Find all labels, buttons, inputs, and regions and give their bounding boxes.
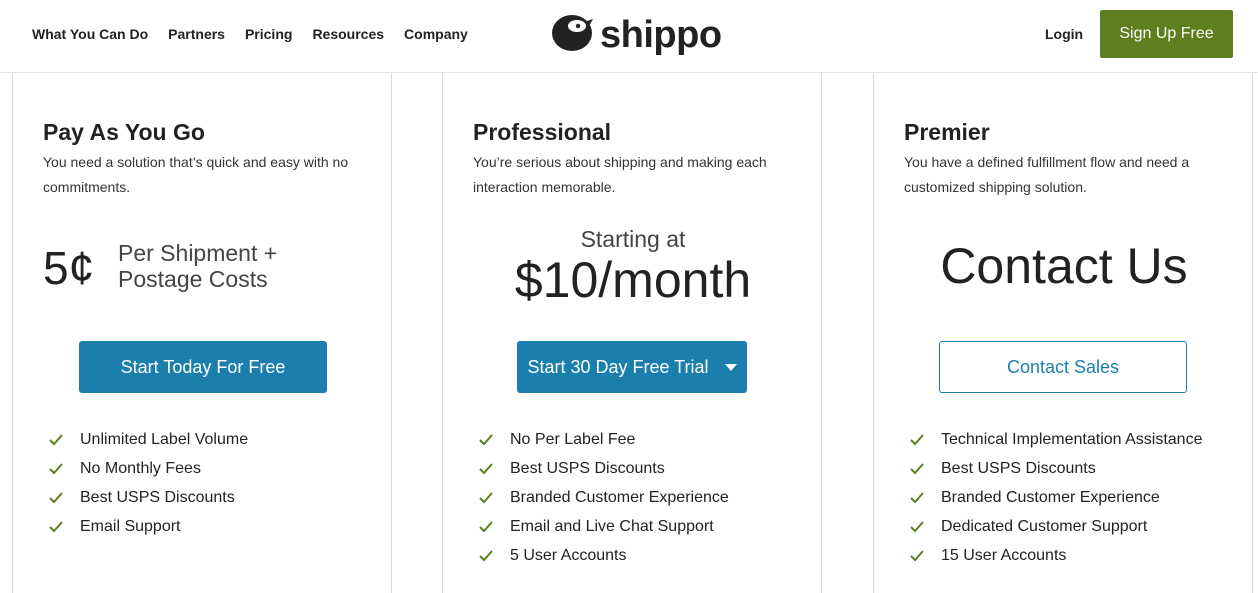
checkmark-icon xyxy=(910,491,924,504)
nav-item-company[interactable]: Company xyxy=(404,26,468,42)
plan-price: 5¢ xyxy=(43,242,95,294)
feature-label: Best USPS Discounts xyxy=(510,459,665,477)
feature-item: Email Support xyxy=(49,512,248,541)
feature-label: Email Support xyxy=(80,517,181,535)
plan-title: Professional xyxy=(473,119,612,145)
feature-item: 15 User Accounts xyxy=(910,541,1202,570)
plan-card-premier: Premier You have a defined fulfillment f… xyxy=(873,73,1253,593)
checkmark-icon xyxy=(49,491,63,504)
checkmark-icon xyxy=(479,549,493,562)
feature-list: No Per Label Fee Best USPS Discounts Bra… xyxy=(479,425,729,570)
contact-sales-button[interactable]: Contact Sales xyxy=(939,341,1187,393)
caret-down-icon xyxy=(724,363,737,371)
feature-label: Dedicated Customer Support xyxy=(941,517,1148,535)
feature-list: Unlimited Label Volume No Monthly Fees B… xyxy=(49,425,248,541)
feature-label: Best USPS Discounts xyxy=(941,459,1096,477)
start-free-trial-button[interactable]: Start 30 Day Free Trial xyxy=(517,341,747,393)
plan-title: Pay As You Go xyxy=(43,119,205,145)
feature-label: Email and Live Chat Support xyxy=(510,517,714,535)
plan-card-professional: Professional You’re serious about shippi… xyxy=(442,73,822,593)
nav-item-partners[interactable]: Partners xyxy=(168,26,225,42)
checkmark-icon xyxy=(479,433,493,446)
plan-price-prefix: Starting at xyxy=(580,226,686,252)
feature-list: Technical Implementation Assistance Best… xyxy=(910,425,1202,570)
feature-item: Best USPS Discounts xyxy=(910,454,1202,483)
site-header: What You Can Do Partners Pricing Resourc… xyxy=(0,0,1258,73)
checkmark-icon xyxy=(910,520,924,533)
plan-card-pay-as-you-go: Pay As You Go You need a solution that’s… xyxy=(12,73,392,593)
feature-item: No Per Label Fee xyxy=(479,425,729,454)
feature-item: No Monthly Fees xyxy=(49,454,248,483)
checkmark-icon xyxy=(49,462,63,475)
feature-item: Branded Customer Experience xyxy=(479,483,729,512)
feature-item: Dedicated Customer Support xyxy=(910,512,1202,541)
plan-description: You need a solution that’s quick and eas… xyxy=(43,154,349,195)
plan-description: You’re serious about shipping and making… xyxy=(473,154,767,195)
checkmark-icon xyxy=(49,520,63,533)
checkmark-icon xyxy=(910,433,924,446)
checkmark-icon xyxy=(479,520,493,533)
checkmark-icon xyxy=(910,549,924,562)
nav-item-pricing[interactable]: Pricing xyxy=(245,26,292,42)
feature-label: 5 User Accounts xyxy=(510,546,627,564)
button-label: Start 30 Day Free Trial xyxy=(527,356,709,377)
logo-wordmark: shippo xyxy=(600,13,722,56)
plan-price: Contact Us xyxy=(940,238,1188,294)
feature-label: No Per Label Fee xyxy=(510,430,636,448)
nav-item-resources[interactable]: Resources xyxy=(312,26,384,42)
plan-description: You have a defined fulfillment flow and … xyxy=(904,154,1190,195)
shippo-logo[interactable]: shippo xyxy=(550,12,722,57)
feature-item: 5 User Accounts xyxy=(479,541,729,570)
penguin-logo-icon xyxy=(550,12,594,57)
sign-up-button[interactable]: Sign Up Free xyxy=(1100,10,1233,58)
feature-item: Email and Live Chat Support xyxy=(479,512,729,541)
checkmark-icon xyxy=(49,433,63,446)
feature-label: 15 User Accounts xyxy=(941,546,1067,564)
plan-price: $10/month xyxy=(514,252,752,308)
feature-item: Best USPS Discounts xyxy=(479,454,729,483)
feature-item: Unlimited Label Volume xyxy=(49,425,248,454)
start-today-button[interactable]: Start Today For Free xyxy=(79,341,327,393)
login-link[interactable]: Login xyxy=(1045,26,1083,42)
feature-item: Branded Customer Experience xyxy=(910,483,1202,512)
plan-price-note: Per Shipment + Postage Costs xyxy=(118,240,278,292)
feature-label: Unlimited Label Volume xyxy=(80,430,249,448)
checkmark-icon xyxy=(910,462,924,475)
main-nav: What You Can Do Partners Pricing Resourc… xyxy=(32,26,468,42)
feature-label: No Monthly Fees xyxy=(80,459,201,477)
checkmark-icon xyxy=(479,491,493,504)
feature-label: Best USPS Discounts xyxy=(80,488,235,506)
feature-label: Technical Implementation Assistance xyxy=(941,430,1203,448)
feature-label: Branded Customer Experience xyxy=(941,488,1160,506)
nav-item-what-you-can-do[interactable]: What You Can Do xyxy=(32,26,148,42)
feature-item: Technical Implementation Assistance xyxy=(910,425,1202,454)
plan-title: Premier xyxy=(904,119,990,145)
feature-item: Best USPS Discounts xyxy=(49,483,248,512)
feature-label: Branded Customer Experience xyxy=(510,488,729,506)
checkmark-icon xyxy=(479,462,493,475)
